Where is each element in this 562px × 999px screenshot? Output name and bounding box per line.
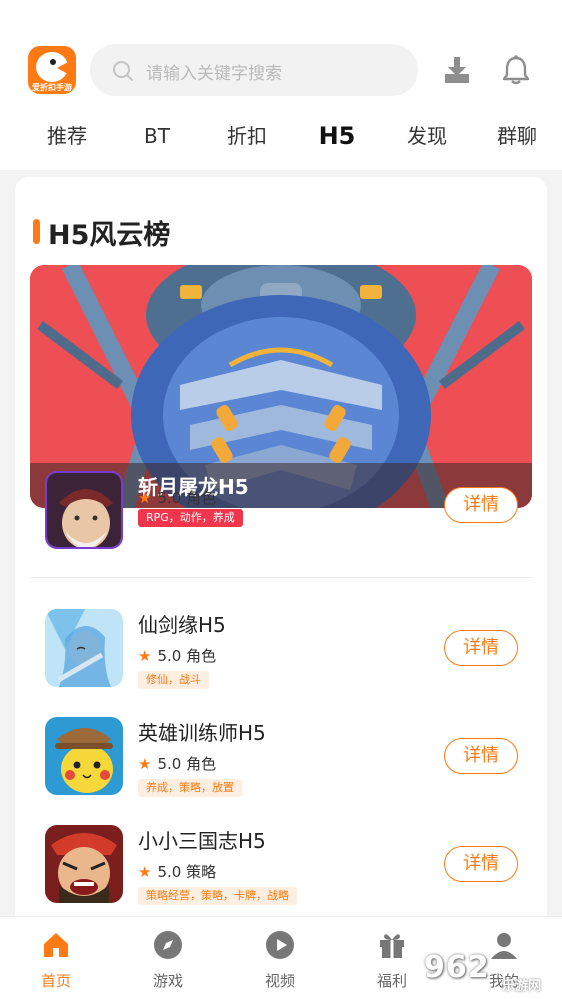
rating-value: 5.0 [157,489,182,507]
star-icon: ★ [138,647,152,665]
compass-icon [154,931,182,959]
rating-value: 5.0 [157,863,182,881]
game-category: 角色 [186,647,217,665]
nav-label: 首页 [40,972,71,990]
game-thumbnail [45,471,123,549]
game-category: 角色 [186,489,217,507]
game-list-item[interactable]: ★ 5.0 角色 RPG，动作，养成 详情 [30,471,532,561]
gift-icon [380,934,404,958]
angry-general-icon [45,825,123,903]
video-play-icon [266,931,294,959]
app-logo[interactable]: 爱折扣手游 [28,46,76,94]
star-icon: ★ [138,755,152,773]
details-button[interactable]: 详情 [444,738,518,774]
download-icon[interactable] [442,54,472,86]
game-tags: 养成，策略，放置 [138,779,242,797]
watermark-subtext: 乐游网 [502,979,542,994]
details-button[interactable]: 详情 [444,630,518,666]
watermark-text: 962 [424,950,490,985]
rating-value: 5.0 [157,755,182,773]
bell-icon[interactable] [501,54,531,86]
game-tags: RPG，动作，养成 [138,509,243,527]
game-name: 仙剑缘H5 [138,613,226,637]
tab-discover[interactable]: 发现 [382,118,472,154]
game-thumbnail [45,717,123,795]
logo-text: 爱折扣手游 [32,83,72,92]
game-thumbnail [45,609,123,687]
game-category: 角色 [186,755,217,773]
game-rating: ★ 5.0 角色 [138,645,216,666]
nav-label: 视频 [264,972,295,990]
game-list-item[interactable]: 英雄训练师H5 ★ 5.0 角色 养成，策略，放置 详情 [30,717,532,807]
game-list-item[interactable]: 仙剑缘H5 ★ 5.0 角色 修仙，战斗 详情 [30,609,532,699]
tab-bt[interactable]: BT [112,118,202,154]
tab-recommend[interactable]: 推荐 [22,118,112,154]
tab-group-chat[interactable]: 群聊 [472,118,562,154]
star-icon: ★ [138,863,152,881]
app-header: 爱折扣手游 请输入关键字搜索 推荐 BT 折扣 H5 发现 群聊 [0,0,562,170]
details-button[interactable]: 详情 [444,846,518,882]
game-category: 策略 [186,863,217,881]
nav-label: 游戏 [152,972,183,990]
game-rating: ★ 5.0 角色 [138,487,216,508]
watermark-logo: 962 乐游网 [424,944,558,996]
old-warrior-portrait-icon [47,473,121,547]
nav-videos[interactable]: 视频 [224,917,336,999]
search-placeholder: 请输入关键字搜索 [146,64,282,84]
game-name: 小小三国志H5 [138,829,266,853]
home-icon [44,933,68,957]
rating-value: 5.0 [157,647,182,665]
game-list-item[interactable]: 小小三国志H5 ★ 5.0 策略 策略经营，策略，卡牌，战略 详情 [30,825,532,915]
h5-ranking-card: H5风云榜 斩月屠龙H5 ★ 5.0 角色 RPG，动作，养成 详情 仙剑缘H5… [15,177,547,937]
search-bar[interactable]: 请输入关键字搜索 [90,44,418,96]
pacman-logo-icon [36,52,70,82]
logo-eye [50,59,56,65]
divider [30,577,532,578]
title-accent-bar [33,219,40,244]
tab-h5[interactable]: H5 [292,118,382,154]
game-thumbnail [45,825,123,903]
game-rating: ★ 5.0 角色 [138,753,216,774]
fairy-swordswoman-icon [45,609,123,687]
game-rating: ★ 5.0 策略 [138,861,216,882]
details-button[interactable]: 详情 [444,487,518,523]
game-name: 英雄训练师H5 [138,721,266,745]
star-icon: ★ [138,489,152,507]
search-icon [113,61,133,81]
nav-games[interactable]: 游戏 [112,917,224,999]
category-tabs: 推荐 BT 折扣 H5 发现 群聊 [0,118,562,158]
game-tags: 策略经营，策略，卡牌，战略 [138,887,297,905]
tab-discount[interactable]: 折扣 [202,118,292,154]
pikachu-detective-icon [45,717,123,795]
game-tags: 修仙，战斗 [138,671,209,689]
section-title-text: H5风云榜 [48,220,171,251]
nav-home[interactable]: 首页 [0,917,112,999]
